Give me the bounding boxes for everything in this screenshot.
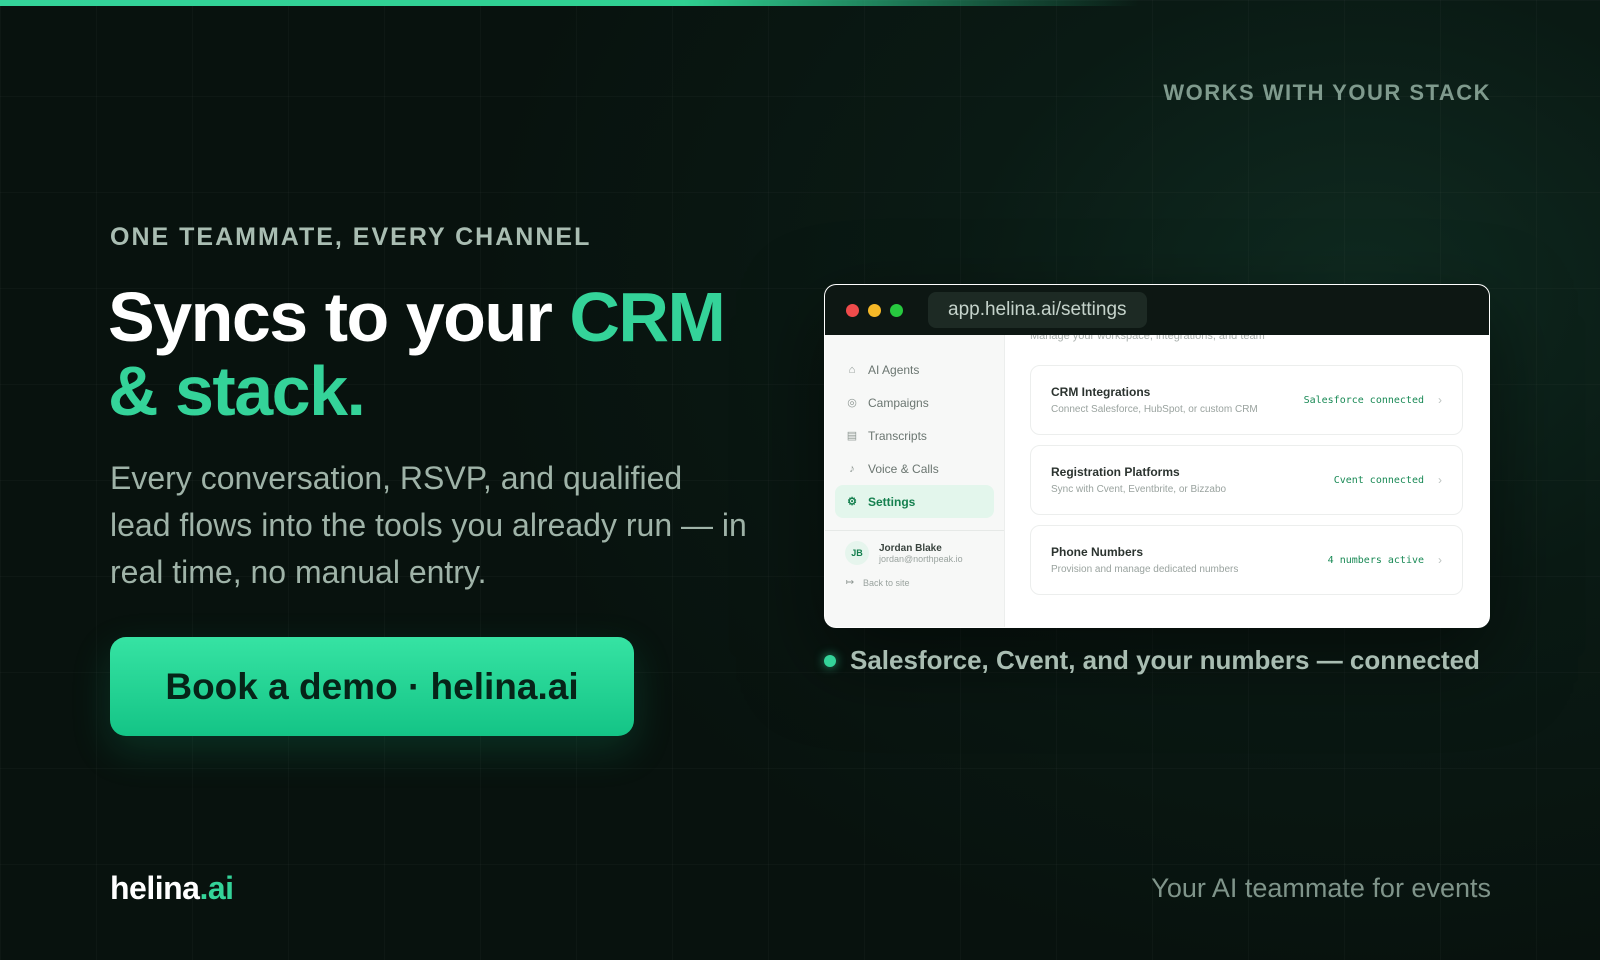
- footer-tagline: Your AI teammate for events: [1151, 873, 1491, 903]
- target-icon: ◎: [847, 396, 857, 409]
- chevron-right-icon: ›: [1438, 473, 1442, 487]
- url-bar[interactable]: app.helina.ai/settings: [928, 292, 1147, 328]
- sidebar-item-label: Settings: [868, 494, 916, 509]
- user-profile[interactable]: JB Jordan Blake jordan@northpeak.io: [825, 531, 1004, 565]
- avatar: JB: [845, 541, 869, 565]
- maximize-dot-icon: [890, 303, 903, 317]
- back-to-site-label: Back to site: [863, 578, 910, 588]
- top-accent-bar: [0, 0, 1140, 6]
- card-title: Registration Platforms: [1051, 465, 1180, 479]
- gear-icon: ⚙: [847, 495, 857, 508]
- hero-eyebrow: ONE TEAMMATE, EVERY CHANNEL: [110, 223, 592, 251]
- sidebar-item-label: AI Agents: [868, 362, 920, 377]
- card-title: Phone Numbers: [1051, 545, 1144, 559]
- chevron-right-icon: ›: [1438, 393, 1442, 407]
- card-title: CRM Integrations: [1051, 385, 1151, 399]
- exit-icon: ↦: [845, 577, 855, 588]
- card-description: Connect Salesforce, HubSpot, or custom C…: [1051, 404, 1258, 415]
- microphone-icon: ♪: [849, 462, 855, 475]
- card-description: Sync with Cvent, Eventbrite, or Bizzabo: [1051, 484, 1227, 495]
- minimize-dot-icon: [868, 303, 881, 317]
- card-text: Registration Platforms Sync with Cvent, E…: [1051, 465, 1334, 495]
- hero-subcopy: Every conversation, RSVP, and qualified …: [110, 460, 747, 590]
- status-badge: Cvent connected: [1333, 474, 1424, 486]
- document-icon: ▤: [846, 429, 858, 442]
- book-demo-button[interactable]: Book a demo · helina.ai: [110, 637, 634, 736]
- sidebar-item-label: Transcripts: [868, 428, 927, 443]
- sidebar-item-voice-calls[interactable]: ♪ Voice & Calls: [835, 452, 994, 485]
- headline-plain: Syncs to your: [108, 278, 570, 356]
- integration-cards: CRM Integrations Connect Salesforce, HubS…: [1030, 365, 1463, 595]
- footer-logo[interactable]: helina.ai: [110, 870, 234, 907]
- status-badge: Salesforce connected: [1303, 394, 1424, 406]
- sidebar-item-label: Campaigns: [868, 395, 929, 410]
- close-dot-icon: [846, 303, 859, 317]
- user-email: jordan@northpeak.io: [879, 553, 963, 564]
- robot-icon: ⌂: [848, 363, 856, 376]
- chevron-right-icon: ›: [1438, 553, 1442, 567]
- caption-text: Salesforce, Cvent, and your numbers — co…: [850, 645, 1480, 675]
- card-text: CRM Integrations Connect Salesforce, HubS…: [1051, 385, 1304, 415]
- user-name: Jordan Blake: [879, 542, 942, 554]
- sidebar-item-campaigns[interactable]: ◎ Campaigns: [835, 386, 994, 419]
- browser-mockup: app.helina.ai/settings ⌂ AI Agents ◎ Campai…: [824, 284, 1490, 628]
- hero-headline: Syncs to your CRM & stack.: [108, 280, 788, 428]
- sidebar-item-label: Voice & Calls: [868, 461, 939, 476]
- settings-subtitle: Manage your workspace, integrations, and…: [1030, 335, 1265, 342]
- mockup-caption: Salesforce, Cvent, and your numbers — co…: [824, 645, 1480, 676]
- status-badge: 4 numbers active: [1327, 554, 1424, 566]
- card-text: Phone Numbers Provision and manage dedica…: [1051, 545, 1328, 575]
- app-window: ⌂ AI Agents ◎ Campaigns ▤ Transcripts ♪ Voice &…: [825, 335, 1489, 627]
- sidebar-nav: ⌂ AI Agents ◎ Campaigns ▤ Transcripts ♪ Voice &…: [825, 353, 1004, 518]
- integration-card[interactable]: Phone Numbers Provision and manage dedica…: [1030, 525, 1463, 595]
- integration-card[interactable]: Registration Platforms Sync with Cvent, E…: [1030, 445, 1463, 515]
- card-description: Provision and manage dedicated numbers: [1051, 564, 1239, 575]
- works-with-label: WORKS WITH YOUR STACK: [1163, 80, 1491, 105]
- integration-card[interactable]: CRM Integrations Connect Salesforce, HubS…: [1030, 365, 1463, 435]
- app-sidebar: ⌂ AI Agents ◎ Campaigns ▤ Transcripts ♪ Voice &…: [825, 335, 1005, 627]
- sidebar-item-transcripts[interactable]: ▤ Transcripts: [835, 419, 994, 452]
- status-dot-icon: [824, 654, 836, 667]
- browser-chrome: app.helina.ai/settings: [825, 285, 1489, 335]
- sidebar-item-ai-agents[interactable]: ⌂ AI Agents: [835, 353, 994, 386]
- settings-main: Manage your workspace, integrations, and…: [1005, 335, 1489, 627]
- logo-tld: .ai: [199, 870, 234, 906]
- logo-name: helina: [110, 870, 200, 906]
- back-to-site-link[interactable]: ↦ Back to site: [825, 565, 1004, 589]
- sidebar-item-settings[interactable]: ⚙ Settings: [835, 485, 994, 518]
